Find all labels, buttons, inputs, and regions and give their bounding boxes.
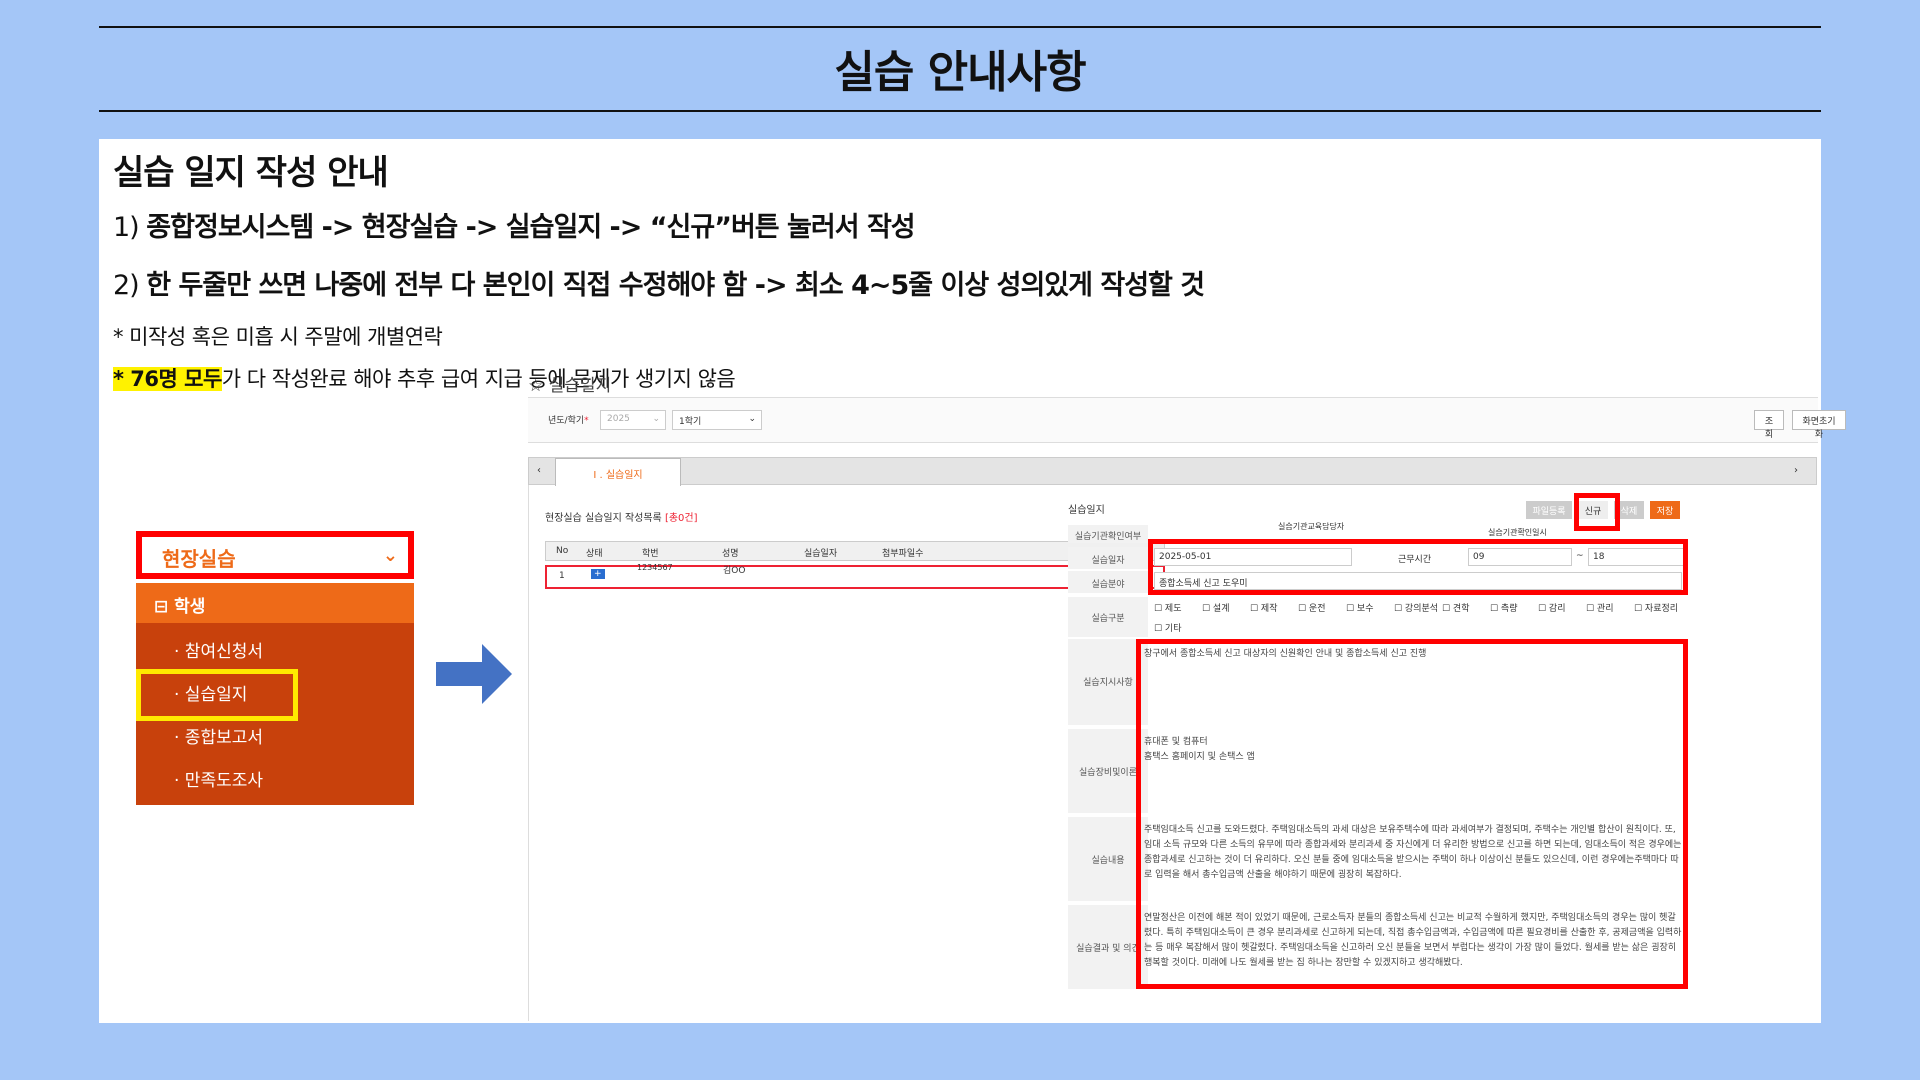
type-checkbox[interactable]: ☐ 측량: [1490, 601, 1518, 614]
form-panel: 실습일지 파일등록 신규 삭제 저장 실습기관확인여부 실습기관교육담당자 실습…: [1068, 485, 1814, 1021]
journal-highlight-box: [136, 669, 298, 721]
journal-screenshot: ☆ 실습일지 년도/학기* 2025 ⌄ 1학기 ⌄ 조회 화면초기화 ‹ I . …: [526, 371, 1846, 1021]
text-fields-highlight: [1136, 639, 1688, 989]
confirm-label: 실습기관확인여부: [1068, 525, 1148, 543]
date-field-highlight: [1148, 539, 1688, 595]
slide-title: 실습 안내사항: [834, 47, 1086, 98]
highlight-76: * 76명 모두: [113, 367, 222, 391]
tab-bar: ‹ I . 실습일지 ›: [528, 457, 1817, 486]
type-checkbox[interactable]: ☐ 관리: [1586, 601, 1614, 614]
type-checkbox[interactable]: ☐ 자료정리: [1634, 601, 1678, 614]
term-select[interactable]: 1학기 ⌄: [672, 410, 762, 430]
add-icon: +: [591, 569, 605, 579]
form-title: 실습일지: [1068, 505, 1105, 516]
menu-field-practice[interactable]: 현장실습 ⌄: [136, 531, 414, 579]
menu-item-report[interactable]: · 종합보고서: [174, 723, 263, 748]
type-checkbox[interactable]: ☐ 제도: [1154, 601, 1182, 614]
confirm-date-label: 실습기관확인일시: [1488, 528, 1547, 537]
menu-section-student[interactable]: ⊟ 학생: [136, 583, 414, 623]
filter-bar: 년도/학기* 2025 ⌄ 1학기 ⌄ 조회 화면초기화: [528, 397, 1846, 443]
collapse-icon: ⊟: [154, 597, 175, 617]
type-checkbox[interactable]: ☐ 보수: [1346, 601, 1374, 614]
star-icon: ☆: [528, 376, 544, 396]
field-label: 실습분야: [1068, 571, 1148, 593]
type-label: 실습구분: [1068, 597, 1148, 637]
date-label: 실습일자: [1068, 547, 1148, 569]
type-checkbox[interactable]: ☐ 운전: [1298, 601, 1326, 614]
menu-item-survey[interactable]: · 만족도조사: [174, 766, 263, 791]
tab-next-icon[interactable]: ›: [1794, 465, 1798, 476]
content-panel: 실습 일지 작성 안내 1) 종합정보시스템 -> 현장실습 -> 실습일지 -…: [99, 139, 1846, 1023]
type-checkbox[interactable]: ☐ 설계: [1202, 601, 1230, 614]
filter-label: 년도/학기*: [548, 416, 589, 426]
type-checkbox[interactable]: ☐ 기타: [1154, 621, 1182, 634]
section-heading: 실습 일지 작성 안내: [113, 153, 389, 193]
type-checkbox[interactable]: ☐ 강의분석: [1394, 601, 1438, 614]
top-rule: [99, 26, 1821, 28]
file-upload-button[interactable]: 파일등록: [1526, 501, 1572, 519]
tab-prev-icon[interactable]: ‹: [537, 465, 541, 476]
tab-journal[interactable]: I . 실습일지: [555, 458, 681, 486]
title-rule: [99, 110, 1821, 112]
chevron-down-icon: ⌄: [382, 545, 398, 566]
search-button[interactable]: 조회: [1754, 410, 1784, 440]
save-button[interactable]: 저장: [1650, 501, 1680, 519]
new-button-highlight: [1574, 493, 1620, 531]
list-title: 현장실습 실습일지 작성목록 [총0건]: [545, 513, 698, 524]
instruction-2: 2) 한 두줄만 쓰면 나중에 전부 다 본인이 직접 수정해야 함 -> 최소…: [113, 270, 1205, 301]
arrow-right-icon: [436, 644, 512, 704]
type-checkbox[interactable]: ☐ 견학: [1442, 601, 1470, 614]
note-weekend-contact: * 미작성 혹은 미흡 시 주말에 개별연락: [113, 325, 443, 349]
instruction-1: 1) 종합정보시스템 -> 현장실습 -> 실습일지 -> “신규”버튼 눌러서…: [113, 212, 916, 243]
menu-item-application[interactable]: · 참여신청서: [174, 637, 263, 662]
manager-label: 실습기관교육담당자: [1278, 522, 1345, 531]
type-checkbox[interactable]: ☐ 제작: [1250, 601, 1278, 614]
type-checkbox[interactable]: ☐ 감리: [1538, 601, 1566, 614]
screen-title: ☆ 실습일지: [528, 376, 612, 396]
year-select[interactable]: 2025 ⌄: [600, 410, 666, 430]
reset-button[interactable]: 화면초기화: [1792, 410, 1846, 440]
